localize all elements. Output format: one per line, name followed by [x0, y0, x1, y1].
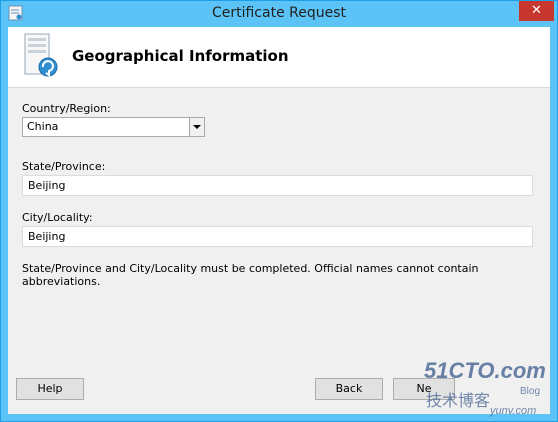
watermark-line4: yunv.com	[489, 405, 536, 417]
watermark-logo: 51CTO.com 技术博客 Blog yunv.com	[424, 358, 546, 417]
watermark-line1: 51CTO.com	[424, 358, 546, 383]
country-selected-value: China	[27, 120, 59, 133]
window-title: Certificate Request	[211, 5, 347, 21]
city-input-value: Beijing	[28, 230, 66, 243]
help-button[interactable]: Help	[16, 378, 84, 400]
certificate-server-icon	[24, 33, 58, 77]
title-bar[interactable]: Certificate Request ✕	[1, 1, 557, 27]
page-header: Geographical Information	[8, 27, 550, 88]
country-label: Country/Region:	[22, 102, 111, 115]
requirement-note: State/Province and City/Locality must be…	[22, 262, 479, 288]
close-button[interactable]: ✕	[519, 1, 554, 21]
watermark-line3: Blog	[520, 386, 540, 397]
state-input[interactable]: Beijing	[22, 175, 533, 196]
watermark-line2: 技术博客	[426, 391, 490, 410]
country-select[interactable]: China	[22, 117, 205, 137]
chevron-down-icon	[193, 125, 201, 129]
country-dropdown-button[interactable]	[189, 118, 204, 136]
city-input[interactable]: Beijing	[22, 226, 533, 247]
state-input-value: Beijing	[28, 179, 66, 192]
city-label: City/Locality:	[22, 211, 93, 224]
page-title: Geographical Information	[72, 47, 289, 65]
back-button[interactable]: Back	[315, 378, 383, 400]
state-label: State/Province:	[22, 160, 106, 173]
